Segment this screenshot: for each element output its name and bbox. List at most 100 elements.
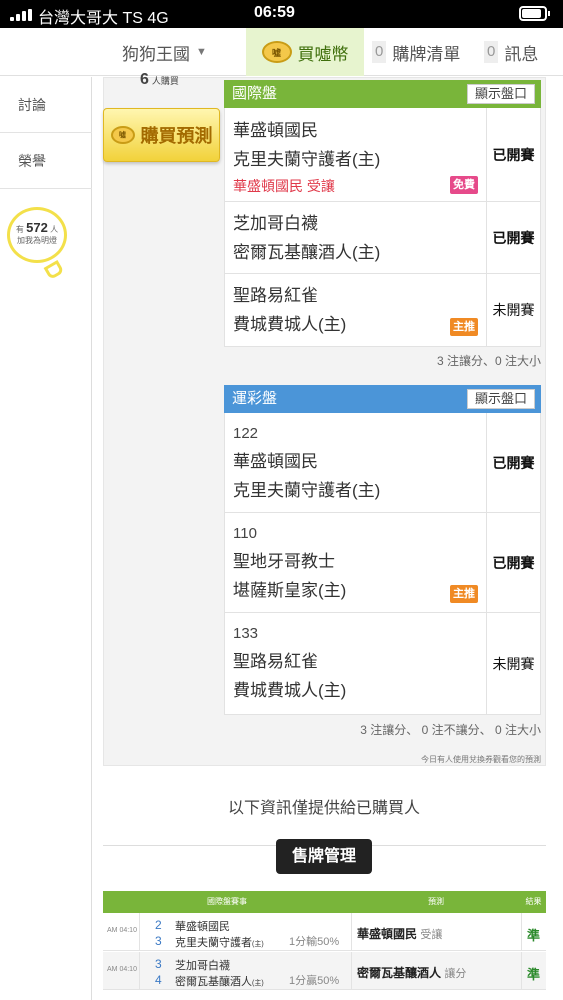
caret-down-icon: ▼ <box>196 46 207 58</box>
lottery-market: 運彩盤 顯示盤口 122 華盛頓國民 克里夫蘭守護者(主) 已開賽 110 聖地… <box>224 385 541 715</box>
home-team-name: 克里夫蘭守護者 <box>175 937 252 949</box>
away-team: 華盛頓國民 <box>175 921 230 933</box>
buy-coins-tab[interactable]: 噓 買噓幣 <box>246 28 364 76</box>
team-home: 費城費城人(主) <box>233 315 347 334</box>
result-correct: 準 <box>527 928 541 943</box>
match-status: 已開賽 <box>486 413 540 512</box>
kingdom-dropdown[interactable]: 狗狗王國 ▼ <box>122 28 207 76</box>
away-team: 芝加哥白襪 <box>175 960 230 972</box>
match-status: 未開賽 <box>486 613 540 714</box>
battery-icon <box>519 6 550 21</box>
buy-coins-label: 買噓幣 <box>297 44 349 64</box>
voucher-note: 今日有人使用兌換券觀看您的預測 <box>421 755 541 764</box>
fans-unit: 人 <box>50 225 59 234</box>
match-teams: 華盛頓國民 克里夫蘭守護者(主) <box>233 116 380 174</box>
pick-team: 密爾瓦基釀酒人 <box>357 966 442 980</box>
away-number: 3 <box>155 957 162 971</box>
result-correct: 準 <box>527 967 541 982</box>
sidebar-item-honor[interactable]: 榮譽 <box>0 133 92 189</box>
signal-icon <box>10 9 32 21</box>
results-table: 國際盤賽事 預測 結果 AM 04:10 2 華盛頓國民 3 克里夫蘭守護者(主… <box>103 891 546 990</box>
buy-prediction-label: 購買預測 <box>140 126 213 146</box>
match-row: 122 華盛頓國民 克里夫蘭守護者(主) 已開賽 <box>224 413 541 513</box>
buyers-only-notice: 以下資訊僅提供給已購買人 <box>227 800 420 817</box>
home-team-name: 密爾瓦基釀酒人 <box>175 976 252 988</box>
table-header: 國際盤賽事 預測 結果 <box>103 891 546 913</box>
match-teams: 聖路易紅雀 費城費城人(主) <box>233 647 346 705</box>
team-home: 克里夫蘭守護者(主) <box>233 481 381 500</box>
team-away: 華盛頓國民 <box>233 121 318 140</box>
match-status: 已開賽 <box>486 202 540 273</box>
team-home: 費城費城人(主) <box>233 681 347 700</box>
sidebar-item-discuss[interactable]: 討論 <box>0 77 92 133</box>
pick-note: 受讓 <box>420 929 443 941</box>
match-time: AM 04:10 <box>107 927 137 934</box>
match-row: 芝加哥白襪 密爾瓦基釀酒人(主) 已開賽 <box>224 202 541 274</box>
lottery-header: 運彩盤 顯示盤口 <box>224 385 541 413</box>
concede-note: 華盛頓國民 受讓 <box>233 178 335 194</box>
buy-prediction-button[interactable]: 噓 購買預測 <box>103 108 220 162</box>
free-badge: 免費 <box>450 176 478 194</box>
match-teams: 華盛頓國民 克里夫蘭守護者(主) <box>233 447 380 505</box>
odds-line: 1分贏50% <box>289 975 340 987</box>
kingdom-label: 狗狗王國 <box>122 44 190 64</box>
match-teams: 芝加哥白襪 密爾瓦基釀酒人(主) <box>233 209 380 267</box>
sidebar: 討論 榮譽 有 572 人 加我為明燈 <box>0 77 92 1000</box>
away-number: 2 <box>155 918 162 932</box>
buyer-count-number: 6 <box>140 71 149 88</box>
game-number: 133 <box>233 625 259 642</box>
home-team: 密爾瓦基釀酒人(主) <box>175 973 264 989</box>
match-status: 未開賽 <box>486 274 540 346</box>
sale-management-button[interactable]: 售牌管理 <box>276 839 372 874</box>
match-row: 聖路易紅雀 費城費城人(主) 主推 未開賽 <box>224 274 541 347</box>
cart-label: 購牌清單 <box>392 44 461 64</box>
lottery-title: 運彩盤 <box>232 390 278 407</box>
clock: 06:59 <box>254 4 295 21</box>
messages-label: 訊息 <box>504 44 539 64</box>
home-team: 克里夫蘭守護者(主) <box>175 934 264 950</box>
team-away: 聖地牙哥教士 <box>233 552 335 571</box>
cart-count: 0 <box>372 41 387 63</box>
prediction-pick: 華盛頓國民 受讓 <box>357 925 442 942</box>
match-status: 已開賽 <box>486 108 540 201</box>
international-title: 國際盤 <box>232 85 278 102</box>
header-matches: 國際盤賽事 <box>207 897 247 906</box>
match-row: 華盛頓國民 克里夫蘭守護者(主) 華盛頓國民 受讓 免費 已開賽 <box>224 108 541 202</box>
cart-tab[interactable]: 0 購牌清單 <box>372 28 460 76</box>
team-home: 克里夫蘭守護者(主) <box>233 150 381 169</box>
coin-icon: 噓 <box>261 41 292 63</box>
top-nav: 狗狗王國 ▼ 噓 買噓幣 0 購牌清單 0 訊息 <box>0 28 563 76</box>
home-number: 4 <box>155 973 162 987</box>
status-bar: 台灣大哥大 TS 4G 06:59 <box>0 0 563 28</box>
fans-prefix: 有 <box>15 225 24 234</box>
home-number: 3 <box>155 934 162 948</box>
match-status: 已開賽 <box>486 513 540 612</box>
show-odds-button[interactable]: 顯示盤口 <box>467 84 535 104</box>
show-odds-button[interactable]: 顯示盤口 <box>467 389 535 409</box>
team-away: 芝加哥白襪 <box>233 214 318 233</box>
messages-tab[interactable]: 0 訊息 <box>484 28 538 76</box>
lightbulb-base-icon <box>43 259 65 281</box>
home-marker: (主) <box>252 941 264 948</box>
game-number: 110 <box>233 525 257 542</box>
header-result: 結果 <box>525 897 542 906</box>
table-row: AM 04:10 3 芝加哥白襪 4 密爾瓦基釀酒人(主) 1分贏50% 密爾瓦… <box>103 952 546 990</box>
buyer-count: 6 人購買 <box>140 71 179 89</box>
odds-line: 1分輸50% <box>289 936 340 948</box>
match-row: 110 聖地牙哥教士 堪薩斯皇家(主) 主推 已開賽 <box>224 513 541 613</box>
team-away: 聖路易紅雀 <box>233 286 318 305</box>
team-away: 華盛頓國民 <box>233 452 318 471</box>
coin-icon: 噓 <box>110 126 135 144</box>
table-row: AM 04:10 2 華盛頓國民 3 克里夫蘭守護者(主) 1分輸50% 華盛頓… <box>103 913 546 951</box>
header-prediction: 預測 <box>428 897 444 906</box>
team-home: 堪薩斯皇家(主) <box>233 581 347 600</box>
pick-note: 讓分 <box>444 968 467 980</box>
pick-team: 華盛頓國民 <box>357 927 418 941</box>
follow-lightbulb[interactable]: 有 572 人 加我為明燈 <box>7 207 67 263</box>
fans-count: 572 <box>26 220 48 235</box>
international-market: 國際盤 顯示盤口 華盛頓國民 克里夫蘭守護者(主) 華盛頓國民 受讓 免費 已開… <box>224 80 541 347</box>
carrier-label: 台灣大哥大 TS 4G <box>38 10 169 27</box>
match-teams: 聖路易紅雀 費城費城人(主) <box>233 281 346 339</box>
featured-badge: 主推 <box>450 585 478 603</box>
team-home: 密爾瓦基釀酒人(主) <box>233 243 381 262</box>
